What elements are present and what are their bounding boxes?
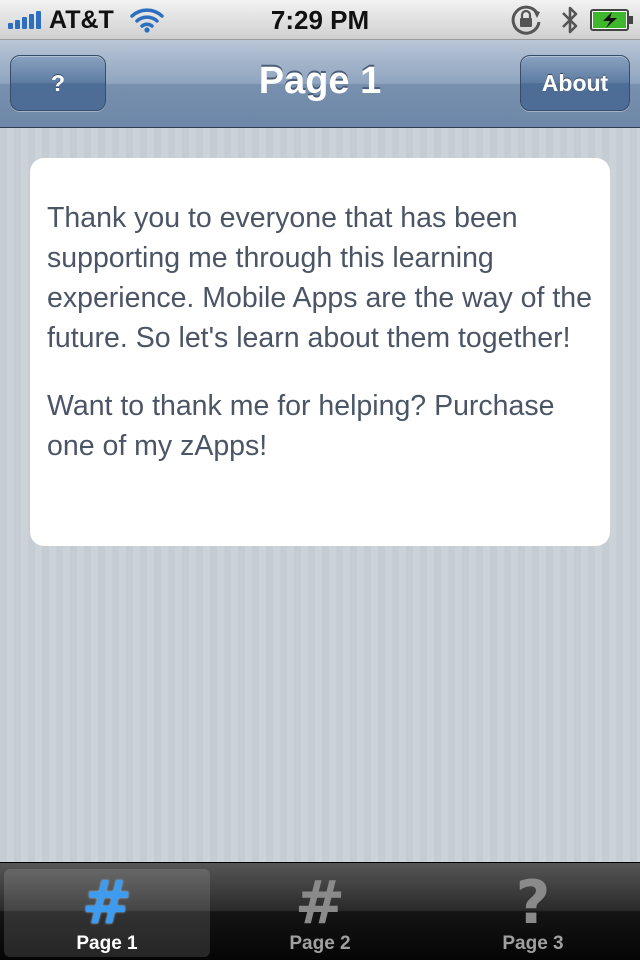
rotation-lock-icon [511,5,541,35]
about-button[interactable]: About [520,55,630,111]
content-paragraph: Want to thank me for helping? Purchase o… [47,390,555,462]
battery-charging-icon [590,9,633,31]
tab-label: Page 3 [502,933,564,954]
status-bar: AT&T 7:29 PM [0,0,640,40]
status-time: 7:29 PM [270,5,370,35]
tab-label: Page 2 [289,933,351,954]
content-card: Thank you to everyone that has been supp… [30,158,610,546]
tab-bar: # Page 1 # Page 2 ? Page 3 [0,862,640,960]
tab-page-1[interactable]: # Page 1 [4,869,210,957]
tab-label: Page 1 [76,933,138,954]
bluetooth-icon [562,6,578,34]
tab-page-3[interactable]: ? Page 3 [430,869,636,957]
tab-page-2[interactable]: # Page 2 [217,869,423,957]
hash-icon: # [294,868,346,938]
content-paragraph: Thank you to everyone that has been supp… [47,202,592,354]
hash-icon: # [81,868,133,938]
navigation-bar: ? Page 1 About [0,40,640,128]
app-screen: AT&T 7:29 PM ? Page 1 About Thank you to… [0,0,640,960]
question-mark-icon: ? [515,868,551,938]
